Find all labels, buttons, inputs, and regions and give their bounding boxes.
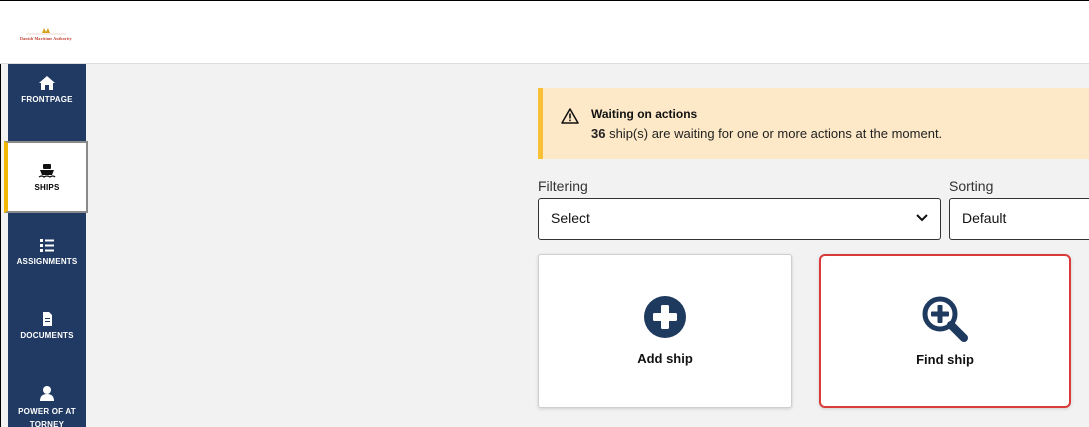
sorting-select[interactable]: Default bbox=[949, 198, 1089, 240]
alert-count: 36 bbox=[591, 126, 606, 141]
sidebar-item-frontpage[interactable]: FRONTPAGE bbox=[8, 74, 86, 146]
add-ship-card[interactable]: Add ship bbox=[538, 254, 792, 408]
filtering-label: Filtering bbox=[538, 178, 588, 194]
sidebar-item-label: ASSIGNMENTS bbox=[16, 257, 78, 266]
alert-message: 36 ship(s) are waiting for one or more a… bbox=[591, 126, 942, 141]
find-ship-label: Find ship bbox=[916, 352, 974, 367]
sidebar: FRONTPAGE SHIPS ASSIGNMENTS DOCUMENTS PO… bbox=[4, 64, 88, 427]
sidebar-item-label: POWER OF AT TORNEY bbox=[18, 407, 76, 427]
find-ship-card[interactable]: Find ship bbox=[819, 254, 1071, 408]
top-bar: Danish Maritime Authority bbox=[0, 0, 1089, 64]
plus-circle-icon bbox=[644, 296, 686, 338]
sidebar-item-documents[interactable]: DOCUMENTS bbox=[8, 310, 86, 382]
sidebar-item-ships[interactable]: SHIPS bbox=[4, 141, 88, 213]
filtering-select[interactable]: Select bbox=[538, 198, 941, 240]
alert-message-text: ship(s) are waiting for one or more acti… bbox=[605, 126, 943, 141]
home-icon bbox=[39, 76, 55, 90]
magnify-plus-icon bbox=[922, 296, 968, 342]
list-icon bbox=[40, 239, 54, 252]
alert-title: Waiting on actions bbox=[591, 107, 698, 121]
person-icon bbox=[40, 386, 54, 401]
warning-icon bbox=[561, 108, 579, 124]
sorting-label: Sorting bbox=[949, 178, 994, 194]
waiting-actions-alert: Waiting on actions 36 ship(s) are waitin… bbox=[538, 88, 1089, 159]
sidebar-item-label: SHIPS bbox=[34, 183, 60, 192]
sidebar-item-power-of-attorney[interactable]: POWER OF AT TORNEY bbox=[8, 384, 86, 427]
add-ship-label: Add ship bbox=[637, 351, 693, 366]
sidebar-item-label: FRONTPAGE bbox=[21, 95, 73, 104]
logo-text: Danish Maritime Authority bbox=[20, 36, 72, 41]
sorting-value: Default bbox=[962, 210, 1007, 226]
ship-icon bbox=[38, 164, 56, 178]
sidebar-item-assignments[interactable]: ASSIGNMENTS bbox=[8, 236, 86, 308]
chevron-down-icon bbox=[916, 214, 928, 222]
logo[interactable]: Danish Maritime Authority bbox=[6, 25, 86, 45]
sidebar-item-label: DOCUMENTS bbox=[20, 331, 74, 340]
document-icon bbox=[43, 312, 52, 326]
filtering-value: Select bbox=[551, 210, 590, 226]
